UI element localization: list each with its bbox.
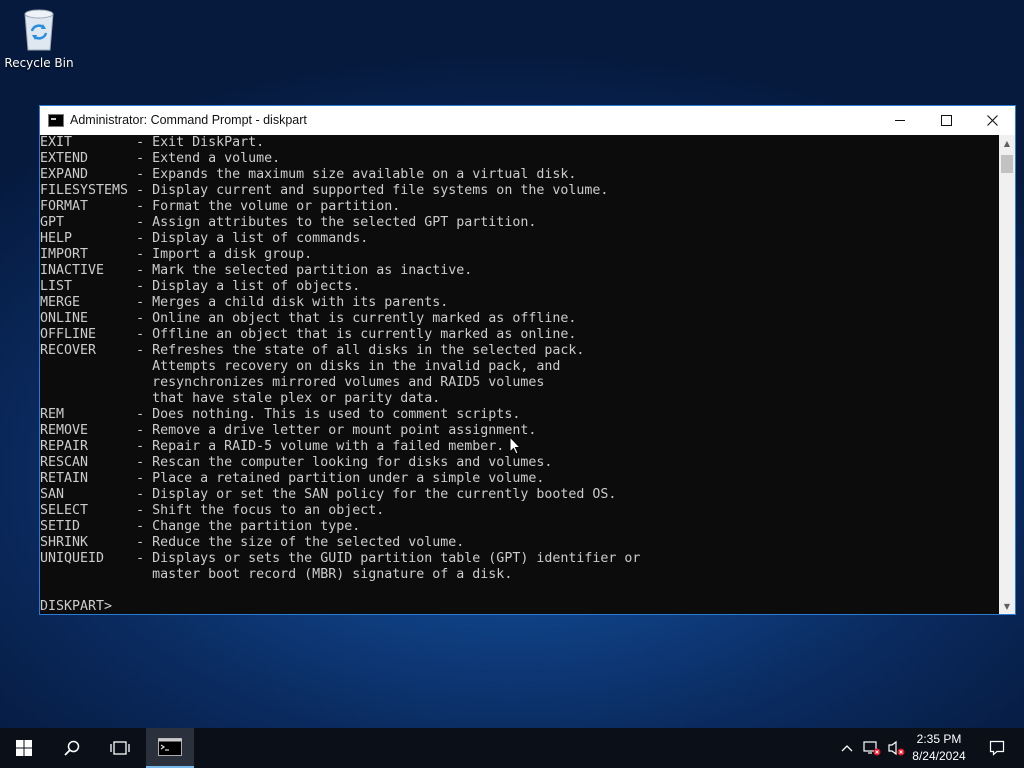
taskbar: 2:35 PM 8/24/2024 <box>0 728 1024 768</box>
command-prompt-window[interactable]: Administrator: Command Prompt - diskpart… <box>39 105 1016 615</box>
command-prompt-icon <box>158 738 182 756</box>
maximize-button[interactable] <box>923 106 969 135</box>
recycle-bin-label: Recycle Bin <box>4 56 74 70</box>
task-view-icon <box>110 741 130 755</box>
console-output[interactable]: EXIT - Exit DiskPart. EXTEND - Extend a … <box>40 135 999 614</box>
network-disconnected-icon <box>863 741 881 756</box>
taskbar-command-prompt[interactable] <box>146 728 194 768</box>
scroll-down-arrow-icon[interactable]: ▼ <box>999 598 1015 614</box>
task-view-button[interactable] <box>96 728 144 768</box>
minimize-button[interactable] <box>877 106 923 135</box>
window-title: Administrator: Command Prompt - diskpart <box>70 113 307 127</box>
chevron-up-icon <box>841 745 853 752</box>
search-button[interactable] <box>48 728 96 768</box>
action-center-button[interactable] <box>982 728 1012 768</box>
scroll-up-arrow-icon[interactable]: ▲ <box>999 135 1015 151</box>
tray-time: 2:35 PM <box>916 732 962 746</box>
close-button[interactable] <box>969 106 1015 135</box>
close-icon <box>986 115 998 126</box>
mouse-pointer-icon <box>509 435 522 459</box>
tray-date: 8/24/2024 <box>912 749 966 763</box>
command-prompt-icon[interactable] <box>48 114 64 127</box>
volume-tray-button[interactable] <box>884 728 908 768</box>
recycle-bin-icon <box>19 6 59 52</box>
vertical-scrollbar[interactable]: ▲ ▼ <box>999 135 1015 614</box>
action-center-icon <box>989 740 1005 756</box>
console-text: EXIT - Exit DiskPart. EXTEND - Extend a … <box>40 135 641 614</box>
windows-start-icon <box>16 740 32 756</box>
network-tray-button[interactable] <box>860 728 884 768</box>
tray-clock[interactable]: 2:35 PM 8/24/2024 <box>906 731 972 765</box>
show-hidden-icons-button[interactable] <box>836 728 858 768</box>
start-button[interactable] <box>0 728 48 768</box>
window-titlebar[interactable]: Administrator: Command Prompt - diskpart <box>40 106 1015 135</box>
volume-muted-icon <box>888 740 905 756</box>
search-icon <box>64 740 80 756</box>
desktop-icon-recycle-bin[interactable]: Recycle Bin <box>4 6 74 70</box>
scrollbar-thumb[interactable] <box>1001 155 1013 173</box>
